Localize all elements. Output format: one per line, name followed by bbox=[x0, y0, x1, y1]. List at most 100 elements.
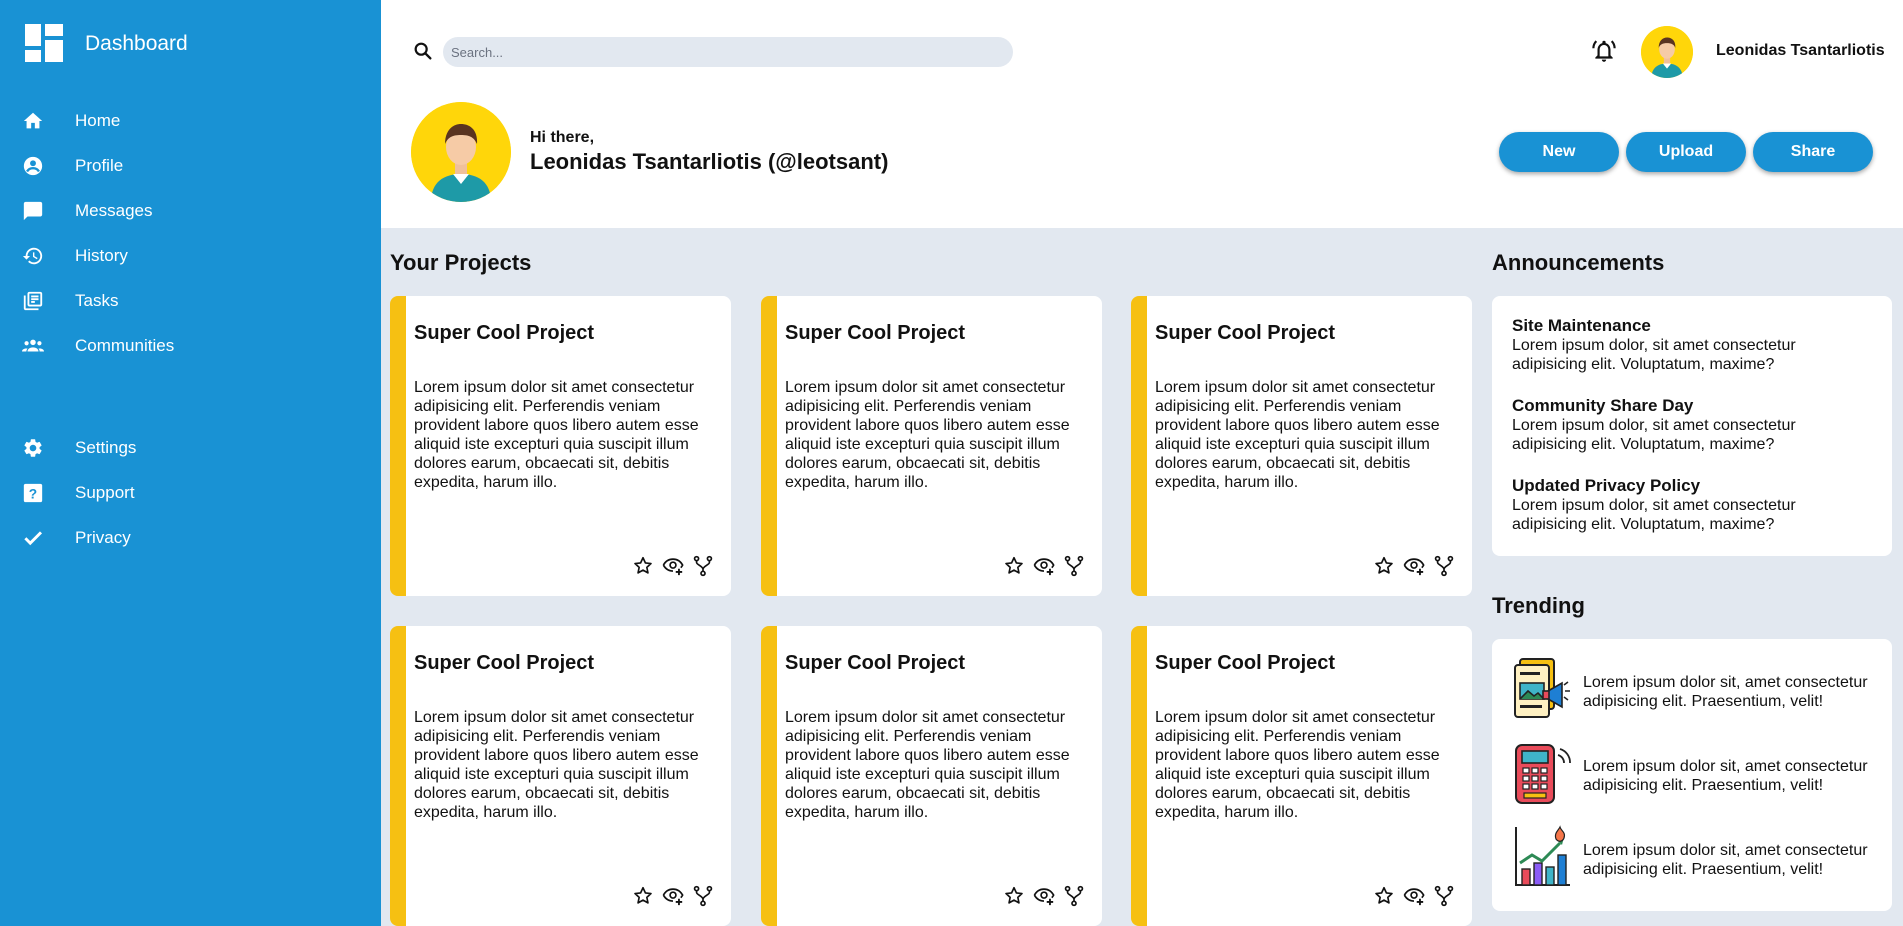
project-actions bbox=[1372, 554, 1456, 578]
tasks-icon bbox=[20, 288, 46, 314]
watch-icon[interactable] bbox=[1032, 884, 1056, 908]
watch-icon[interactable] bbox=[661, 554, 685, 578]
sidebar: Dashboard Home Profile Messages History … bbox=[0, 0, 381, 926]
project-description: Lorem ipsum dolor sit amet consectetur a… bbox=[1155, 709, 1440, 821]
star-icon[interactable] bbox=[631, 554, 655, 578]
project-actions bbox=[631, 554, 715, 578]
help-icon: ? bbox=[20, 480, 46, 506]
project-description: Lorem ipsum dolor sit amet consectetur a… bbox=[1155, 379, 1440, 491]
trending-item[interactable]: Lorem ipsum dolor sit, amet consectetur … bbox=[1512, 825, 1892, 889]
sidebar-item-support[interactable]: ? Support bbox=[20, 477, 360, 509]
history-icon bbox=[20, 243, 46, 269]
fork-icon[interactable] bbox=[1062, 884, 1086, 908]
project-card[interactable]: Super Cool Project Lorem ipsum dolor sit … bbox=[761, 626, 1102, 926]
sidebar-item-messages[interactable]: Messages bbox=[20, 195, 360, 227]
dashboard-icon bbox=[25, 24, 63, 62]
trending-text: Lorem ipsum dolor sit, amet consectetur … bbox=[1583, 842, 1868, 878]
sidebar-item-label: Support bbox=[75, 483, 135, 502]
project-actions bbox=[1372, 884, 1456, 908]
search-input[interactable] bbox=[443, 37, 1013, 67]
user-name[interactable]: Leonidas Tsantarliotis bbox=[1716, 42, 1885, 60]
project-description: Lorem ipsum dolor sit amet consectetur a… bbox=[785, 709, 1070, 821]
project-actions bbox=[631, 884, 715, 908]
fork-icon[interactable] bbox=[691, 554, 715, 578]
sidebar-item-history[interactable]: History bbox=[20, 240, 360, 272]
star-icon[interactable] bbox=[1372, 554, 1396, 578]
project-title: Super Cool Project bbox=[785, 322, 966, 344]
fork-icon[interactable] bbox=[1432, 884, 1456, 908]
announcements-panel: Site Maintenance Lorem ipsum dolor, sit … bbox=[1492, 296, 1892, 556]
watch-icon[interactable] bbox=[1402, 554, 1426, 578]
check-icon bbox=[20, 525, 46, 551]
svg-text:?: ? bbox=[29, 487, 37, 502]
project-title: Super Cool Project bbox=[1155, 322, 1336, 344]
sidebar-item-label: Profile bbox=[75, 156, 124, 175]
announcement-text: Lorem ipsum dolor, sit amet consectetur … bbox=[1512, 417, 1796, 453]
sidebar-item-label: Tasks bbox=[75, 291, 119, 310]
watch-icon[interactable] bbox=[661, 884, 685, 908]
announcement-item[interactable]: Updated Privacy Policy Lorem ipsum dolor… bbox=[1512, 476, 1862, 534]
fork-icon[interactable] bbox=[691, 884, 715, 908]
watch-icon[interactable] bbox=[1032, 554, 1056, 578]
star-icon[interactable] bbox=[1002, 554, 1026, 578]
share-button[interactable]: Share bbox=[1753, 132, 1873, 172]
sidebar-item-home[interactable]: Home bbox=[20, 105, 360, 137]
project-card[interactable]: Super Cool Project Lorem ipsum dolor sit … bbox=[1131, 296, 1472, 596]
project-title: Super Cool Project bbox=[414, 322, 595, 344]
announcement-text: Lorem ipsum dolor, sit amet consectetur … bbox=[1512, 337, 1796, 373]
trending-panel: Lorem ipsum dolor sit, amet consectetur … bbox=[1492, 639, 1892, 911]
watch-icon[interactable] bbox=[1402, 884, 1426, 908]
project-title: Super Cool Project bbox=[414, 652, 595, 674]
communities-icon bbox=[20, 333, 46, 359]
trending-item[interactable]: Lorem ipsum dolor sit, amet consectetur … bbox=[1512, 741, 1892, 805]
fork-icon[interactable] bbox=[1432, 554, 1456, 578]
upload-button[interactable]: Upload bbox=[1626, 132, 1746, 172]
bell-icon[interactable] bbox=[1591, 38, 1617, 69]
greeting-name: Leonidas Tsantarliotis (@leotsant) bbox=[530, 149, 889, 174]
announcement-item[interactable]: Community Share Day Lorem ipsum dolor, s… bbox=[1512, 396, 1862, 454]
star-icon[interactable] bbox=[1002, 884, 1026, 908]
announcement-title: Updated Privacy Policy bbox=[1512, 476, 1701, 495]
new-button[interactable]: New bbox=[1499, 132, 1619, 172]
sidebar-item-profile[interactable]: Profile bbox=[20, 150, 360, 182]
profile-avatar bbox=[411, 102, 511, 202]
announcement-title: Site Maintenance bbox=[1512, 316, 1651, 335]
project-card[interactable]: Super Cool Project Lorem ipsum dolor sit … bbox=[390, 296, 731, 596]
sidebar-item-privacy[interactable]: Privacy bbox=[20, 522, 360, 554]
project-actions bbox=[1002, 884, 1086, 908]
project-card[interactable]: Super Cool Project Lorem ipsum dolor sit … bbox=[390, 626, 731, 926]
project-actions bbox=[1002, 554, 1086, 578]
payment-terminal-icon bbox=[1512, 741, 1572, 805]
project-card[interactable]: Super Cool Project Lorem ipsum dolor sit … bbox=[761, 296, 1102, 596]
sidebar-item-label: Settings bbox=[75, 438, 137, 457]
fork-icon[interactable] bbox=[1062, 554, 1086, 578]
project-description: Lorem ipsum dolor sit amet consectetur a… bbox=[414, 709, 699, 821]
announcement-item[interactable]: Site Maintenance Lorem ipsum dolor, sit … bbox=[1512, 316, 1862, 374]
sidebar-item-label: Privacy bbox=[75, 528, 131, 547]
star-icon[interactable] bbox=[631, 884, 655, 908]
avatar[interactable] bbox=[1641, 26, 1693, 78]
sidebar-item-settings[interactable]: Settings bbox=[20, 432, 360, 464]
trending-text: Lorem ipsum dolor sit, amet consectetur … bbox=[1583, 674, 1868, 710]
announcement-text: Lorem ipsum dolor, sit amet consectetur … bbox=[1512, 497, 1796, 533]
search-icon[interactable] bbox=[412, 40, 434, 67]
trending-title: Trending bbox=[1492, 593, 1585, 618]
brand-label: Dashboard bbox=[85, 32, 188, 55]
sidebar-item-tasks[interactable]: Tasks bbox=[20, 285, 360, 317]
sidebar-item-label: History bbox=[75, 246, 128, 265]
growth-chart-icon bbox=[1512, 825, 1572, 889]
star-icon[interactable] bbox=[1372, 884, 1396, 908]
trending-item[interactable]: Lorem ipsum dolor sit, amet consectetur … bbox=[1512, 657, 1892, 721]
brand[interactable]: Dashboard bbox=[25, 24, 188, 62]
project-description: Lorem ipsum dolor sit amet consectetur a… bbox=[785, 379, 1070, 491]
announcement-title: Community Share Day bbox=[1512, 396, 1694, 415]
gear-icon bbox=[20, 435, 46, 461]
message-icon bbox=[20, 198, 46, 224]
sidebar-item-label: Messages bbox=[75, 201, 153, 220]
greeting: Hi there, bbox=[530, 129, 595, 146]
sidebar-item-label: Communities bbox=[75, 336, 175, 355]
sidebar-item-communities[interactable]: Communities bbox=[20, 330, 360, 362]
announcements-title: Announcements bbox=[1492, 250, 1665, 275]
project-title: Super Cool Project bbox=[1155, 652, 1336, 674]
project-card[interactable]: Super Cool Project Lorem ipsum dolor sit … bbox=[1131, 626, 1472, 926]
